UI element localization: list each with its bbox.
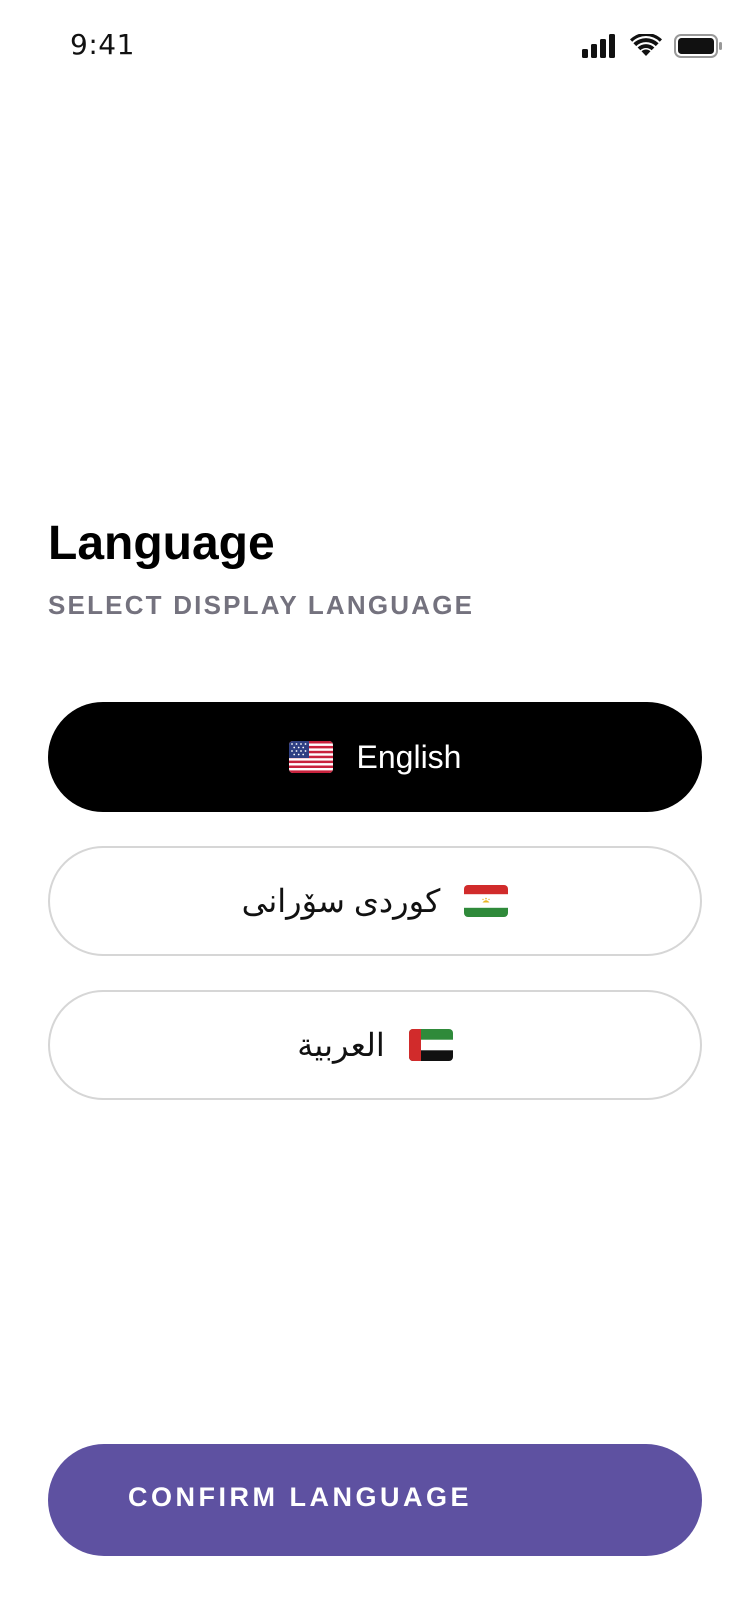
confirm-language-label: CONFIRM LANGUAGE [128, 1482, 472, 1512]
page-title: Language [48, 517, 275, 570]
uae-flag-icon [408, 1029, 453, 1061]
status-icons [582, 32, 722, 63]
language-option-english[interactable]: English [48, 702, 702, 812]
page-subtitle: SELECT DISPLAY LANGUAGE [48, 590, 475, 620]
confirm-language-button[interactable]: CONFIRM LANGUAGE [48, 1444, 702, 1556]
status-bar: 9:41 [0, 0, 750, 94]
language-option-arabic[interactable]: العربية [48, 990, 702, 1100]
language-label: العربية [297, 1027, 385, 1063]
language-label: English [356, 738, 462, 775]
status-time: 9:41 [70, 28, 135, 61]
language-label: کوردی سۆرانی [241, 883, 441, 919]
tajikistan-flag-icon [464, 885, 509, 917]
language-option-content: English [288, 738, 462, 776]
language-option-content: کوردی سۆرانی [242, 882, 509, 920]
cellular-signal-icon [582, 34, 618, 63]
language-option-kurdish-sorani[interactable]: کوردی سۆرانی [48, 846, 702, 956]
battery-icon [674, 34, 722, 63]
language-option-content: العربية [297, 1026, 453, 1064]
us-flag-icon [288, 741, 333, 773]
wifi-icon [630, 32, 662, 63]
